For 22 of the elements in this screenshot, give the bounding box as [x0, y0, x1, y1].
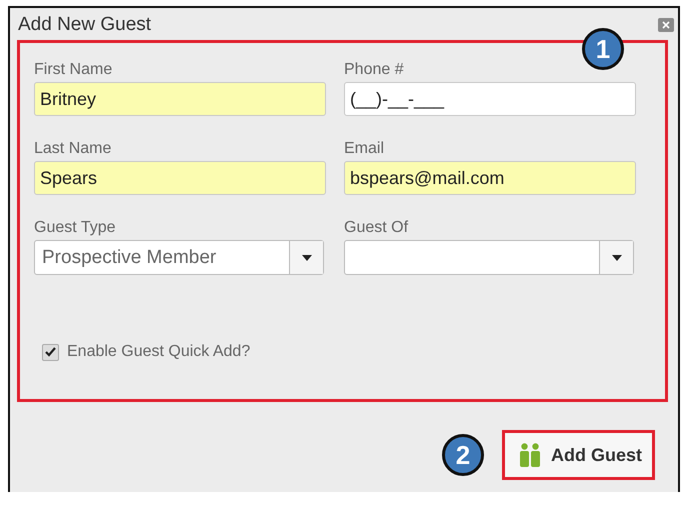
checkbox[interactable] [42, 344, 59, 360]
text-field[interactable]: Spears [34, 161, 326, 195]
close-icon[interactable] [658, 18, 674, 32]
caret-icon [599, 241, 633, 274]
text-field[interactable]: Britney [34, 82, 326, 116]
text-field[interactable]: (__)-__-___ [344, 82, 636, 116]
window-title: Add New Guest [18, 14, 152, 36]
people-icon [518, 443, 541, 467]
field-label: Phone # [344, 61, 405, 79]
text-field[interactable]: bspears@mail.com [344, 161, 636, 195]
caret-icon [289, 241, 323, 274]
checkbox-label: Enable Guest Quick Add? [67, 343, 250, 361]
field-label: Last Name [34, 140, 112, 158]
callout-badge: 2 [442, 434, 484, 476]
callout-badge: 1 [582, 28, 624, 70]
dropdown[interactable] [344, 240, 634, 275]
field-label: Guest Type [34, 219, 117, 237]
dropdown[interactable]: Prospective Member [34, 240, 324, 275]
field-label: Guest Of [344, 219, 410, 237]
add-guest-button[interactable]: Add Guest [502, 430, 655, 480]
field-label: First Name [34, 61, 114, 79]
field-label: Email [344, 140, 386, 158]
